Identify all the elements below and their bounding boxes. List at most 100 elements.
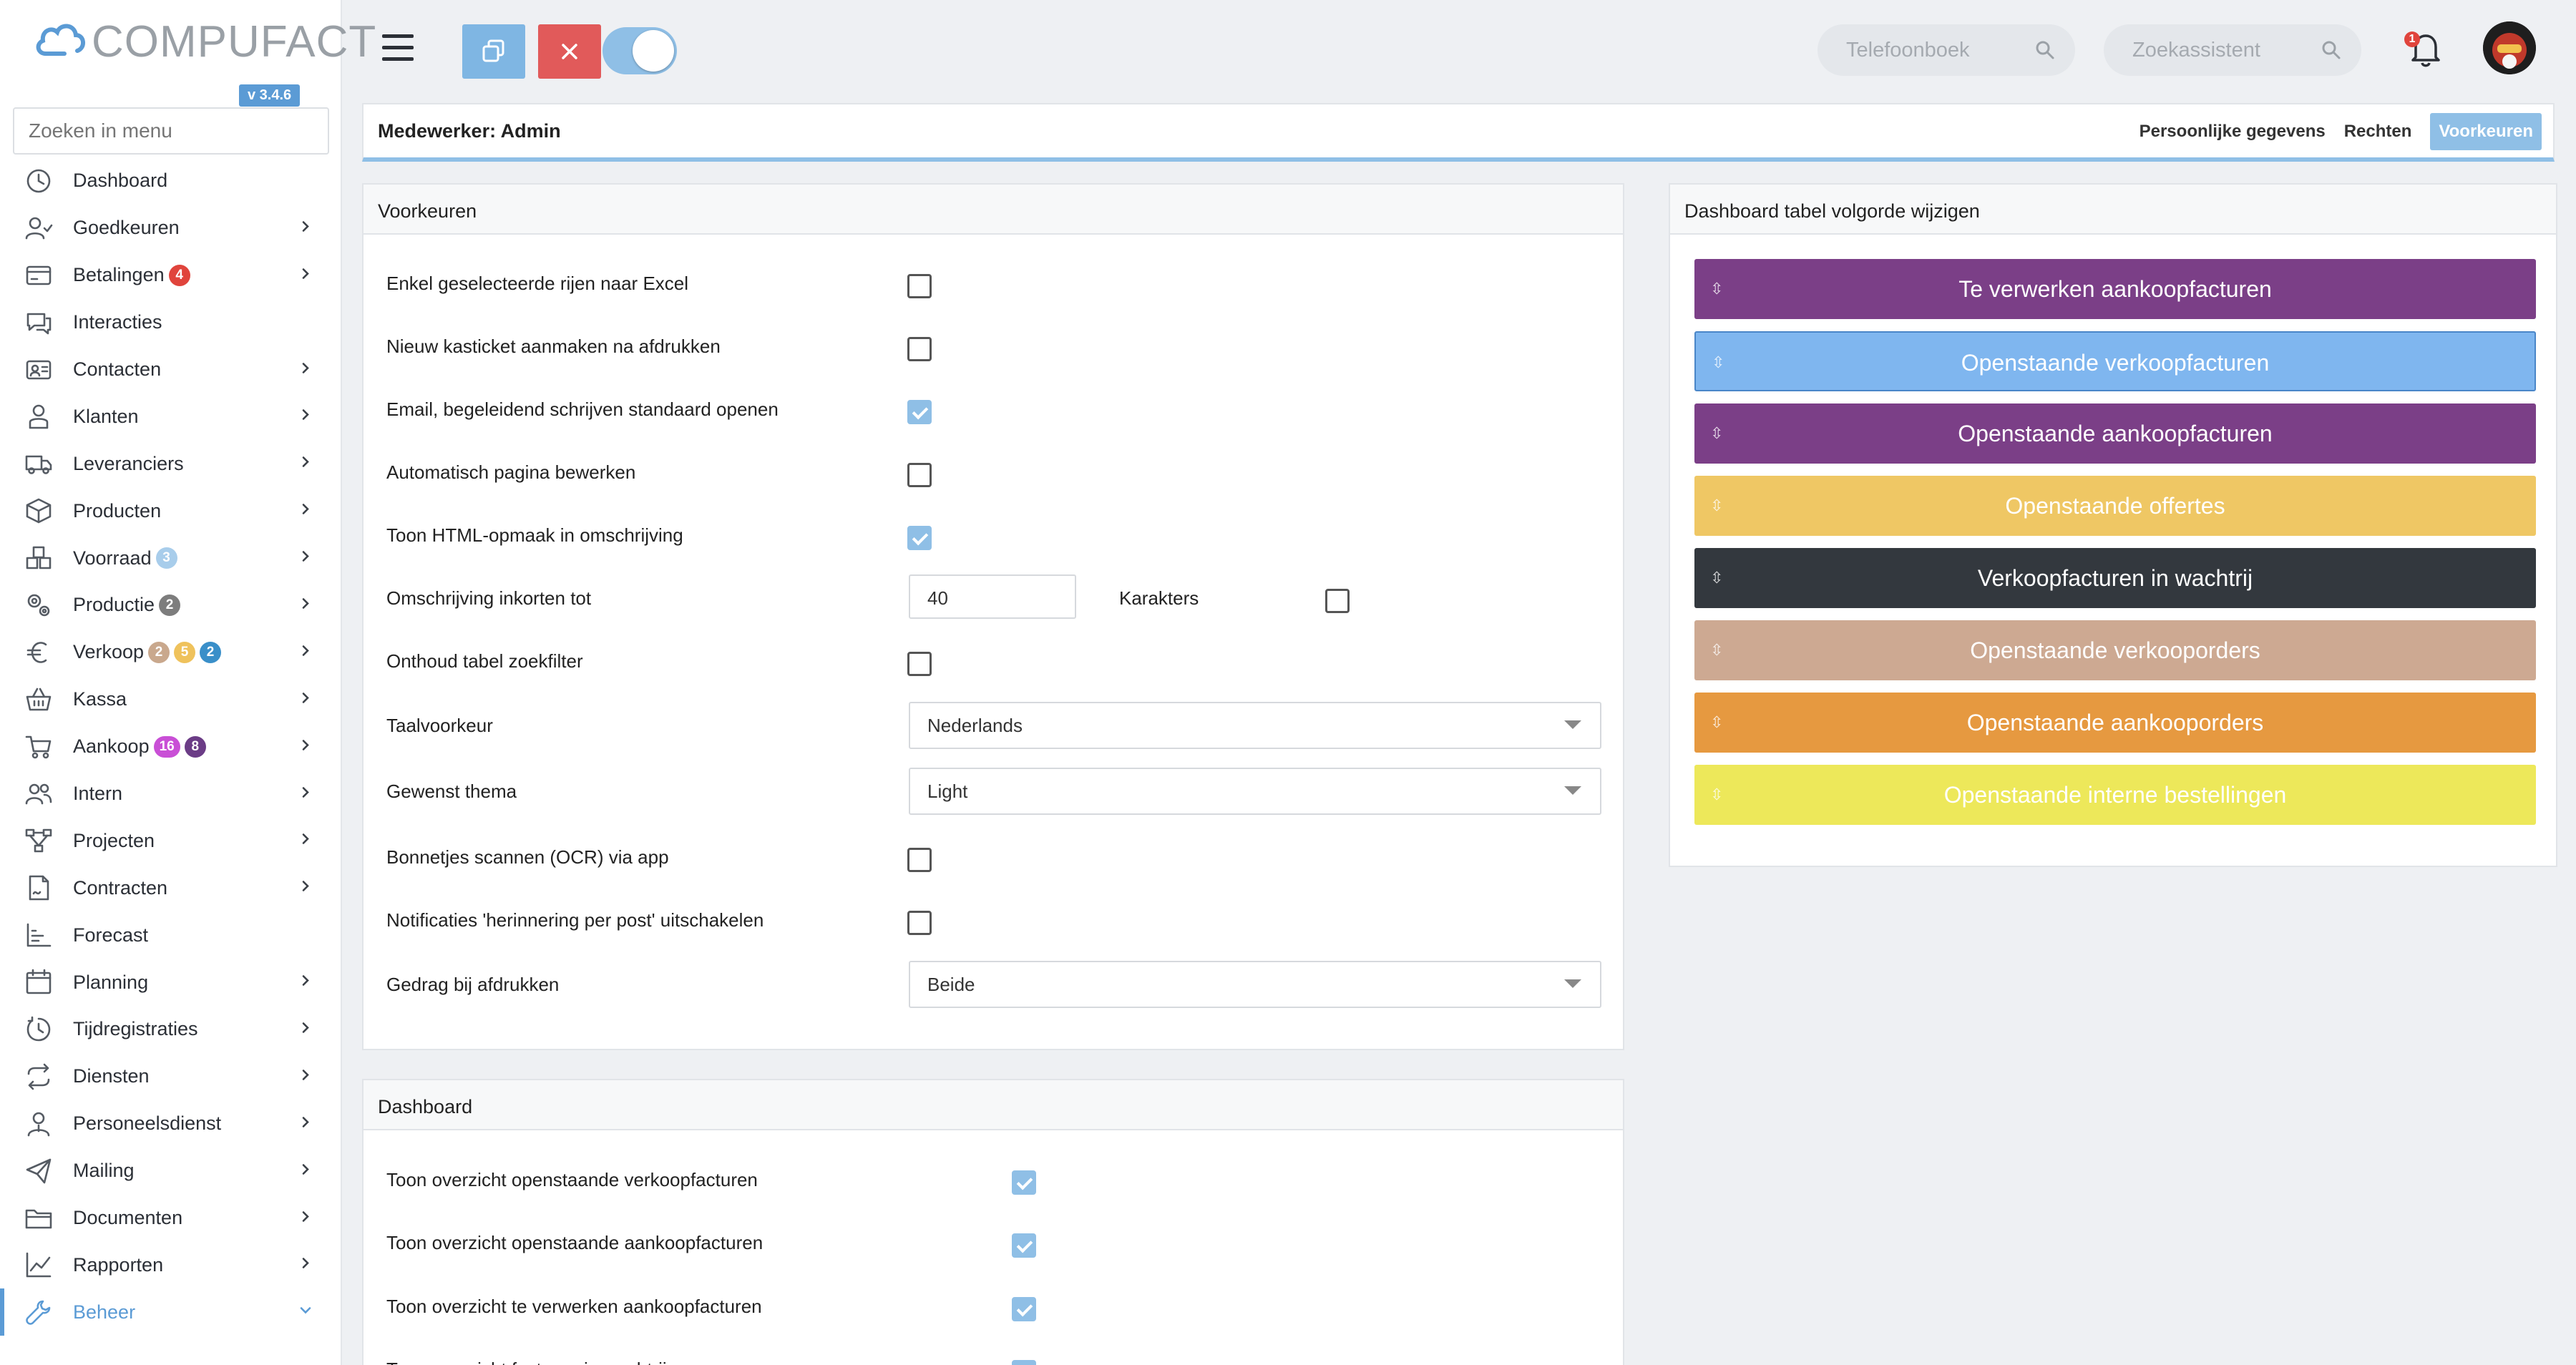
- dashboard-table-order-item[interactable]: ⇳ Openstaande offertes: [1694, 476, 2536, 536]
- dashboard-table-order-item[interactable]: ⇳ Openstaande verkooporders: [1694, 620, 2536, 680]
- preference-checkbox[interactable]: [907, 911, 932, 935]
- dashboard-option-checkbox[interactable]: [1012, 1170, 1036, 1195]
- hamburger-menu-icon[interactable]: [382, 34, 414, 63]
- preference-select[interactable]: Beide: [909, 961, 1601, 1008]
- sidebar-item-planning[interactable]: Planning: [0, 959, 341, 1006]
- repeat-icon: [24, 1062, 53, 1091]
- user-avatar[interactable]: [2483, 21, 2536, 74]
- sidebar-item-personeelsdienst[interactable]: Personeelsdienst: [0, 1100, 341, 1148]
- cloud-logo-icon: [36, 24, 85, 56]
- preference-checkbox[interactable]: [1325, 589, 1350, 613]
- chat-icon: [24, 308, 53, 337]
- preference-select[interactable]: Nederlands: [909, 702, 1601, 749]
- count-badge: 4: [168, 264, 190, 286]
- sidebar-item-klanten[interactable]: Klanten: [0, 393, 341, 440]
- drag-handle-icon[interactable]: ⇳: [1710, 259, 1723, 319]
- phonebook-search-placeholder: Telefoonboek: [1846, 38, 1970, 62]
- sidebar-item-label: Productie: [73, 594, 155, 616]
- preference-checkbox[interactable]: [907, 400, 932, 424]
- sidebar-item-verkoop[interactable]: Verkoop 2 5 2: [0, 629, 341, 676]
- dashboard-option-checkbox[interactable]: [1012, 1297, 1036, 1321]
- sidebar-item-diensten[interactable]: Diensten: [0, 1053, 341, 1100]
- sidebar-item-tijdregistraties[interactable]: Tijdregistraties: [0, 1006, 341, 1053]
- characters-label: Karakters: [1119, 587, 1199, 609]
- dashboard-table-order-item[interactable]: ⇳ Te verwerken aankoopfacturen: [1694, 259, 2536, 319]
- truck-icon: [24, 449, 53, 478]
- dashboard-table-order-item[interactable]: ⇳ Openstaande aankooporders: [1694, 693, 2536, 753]
- sidebar-item-intern[interactable]: Intern: [0, 770, 341, 818]
- preference-checkbox[interactable]: [907, 848, 932, 872]
- sidebar-item-interacties[interactable]: Interacties: [0, 299, 341, 346]
- sidebar-item-aankoop[interactable]: Aankoop 16 8: [0, 723, 341, 770]
- sidebar-item-label: Forecast: [73, 924, 149, 946]
- sidebar-item-documenten[interactable]: Documenten: [0, 1195, 341, 1242]
- menu-search-input[interactable]: [13, 107, 329, 155]
- preference-label: Bonnetjes scannen (OCR) via app: [386, 846, 669, 868]
- sidebar-item-label: Planning: [73, 971, 149, 993]
- logo-text: COMPUFACT: [92, 16, 377, 67]
- chevron-down-icon: [298, 1303, 313, 1322]
- dashboard-option-checkbox[interactable]: [1012, 1233, 1036, 1258]
- sidebar-item-forecast[interactable]: Forecast: [0, 911, 341, 959]
- sidebar-item-rapporten[interactable]: Rapporten: [0, 1241, 341, 1288]
- sidebar-item-label: Projecten: [73, 829, 155, 851]
- preference-label: Notificaties 'herinnering per post' uits…: [386, 909, 764, 931]
- copy-button[interactable]: [462, 24, 525, 79]
- dashboard-table-order-item[interactable]: ⇳ Openstaande aankoopfacturen: [1694, 403, 2536, 464]
- dashboard-table-order-item[interactable]: ⇳ Verkoopfacturen in wachtrij: [1694, 548, 2536, 608]
- drag-handle-icon[interactable]: ⇳: [1710, 548, 1723, 608]
- cart-icon: [24, 733, 53, 761]
- sidebar-item-betalingen[interactable]: Betalingen 4: [0, 252, 341, 299]
- drag-handle-icon[interactable]: ⇳: [1710, 765, 1723, 825]
- order-item-label: Openstaande aankooporders: [1966, 710, 2264, 735]
- sidebar-item-mailing[interactable]: Mailing: [0, 1148, 341, 1195]
- sidebar-item-voorraad[interactable]: Voorraad 3: [0, 534, 341, 582]
- chevron-right-icon: [298, 973, 313, 992]
- assistant-search[interactable]: Zoekassistent: [2104, 24, 2361, 76]
- tab-personal-details[interactable]: Persoonlijke gegevens: [2140, 122, 2326, 142]
- clock-icon: [24, 1015, 53, 1044]
- search-icon: [2036, 41, 2054, 59]
- sidebar-item-kassa[interactable]: Kassa: [0, 676, 341, 723]
- count-badge: 5: [174, 641, 196, 663]
- dashboard-option-checkbox[interactable]: [1012, 1360, 1036, 1365]
- tab-preferences[interactable]: Voorkeuren: [2430, 113, 2542, 150]
- chevron-right-icon: [298, 502, 313, 521]
- sidebar-item-leveranciers[interactable]: Leveranciers: [0, 440, 341, 487]
- drag-handle-icon[interactable]: ⇳: [1710, 403, 1723, 464]
- project-icon: [24, 826, 53, 855]
- preference-checkbox[interactable]: [907, 463, 932, 487]
- sidebar-item-producten[interactable]: Producten: [0, 487, 341, 534]
- sidebar-item-contacten[interactable]: Contacten: [0, 346, 341, 393]
- logo[interactable]: COMPUFACT: [33, 14, 376, 69]
- mode-toggle[interactable]: [602, 27, 677, 74]
- preference-select[interactable]: Light: [909, 768, 1601, 815]
- sidebar-item-beheer[interactable]: Beheer: [0, 1288, 341, 1336]
- order-item-label: Openstaande verkoopfacturen: [1961, 350, 2270, 376]
- sidebar-item-goedkeuren[interactable]: Goedkeuren: [0, 205, 341, 252]
- sidebar-item-contracten[interactable]: Contracten: [0, 864, 341, 911]
- sidebar-item-label: Klanten: [73, 405, 139, 427]
- drag-handle-icon[interactable]: ⇳: [1712, 333, 1724, 393]
- chevron-right-icon: [298, 360, 313, 379]
- sidebar-item-dashboard[interactable]: Dashboard: [0, 157, 341, 205]
- preference-checkbox[interactable]: [907, 274, 932, 298]
- phonebook-search[interactable]: Telefoonboek: [1818, 24, 2075, 76]
- tab-rights[interactable]: Rechten: [2344, 122, 2412, 142]
- preference-checkbox[interactable]: [907, 526, 932, 550]
- employee-tabs: Persoonlijke gegevens Rechten Voorkeuren: [2121, 113, 2542, 150]
- preference-label: Omschrijving inkorten tot: [386, 587, 592, 609]
- sidebar-item-projecten[interactable]: Projecten: [0, 817, 341, 864]
- dashboard-table-order-item[interactable]: ⇳ Openstaande verkoopfacturen: [1694, 331, 2536, 391]
- preference-checkbox[interactable]: [907, 652, 932, 676]
- preference-checkbox[interactable]: [907, 337, 932, 361]
- dashboard-table-order-item[interactable]: ⇳ Openstaande interne bestellingen: [1694, 765, 2536, 825]
- notifications-button[interactable]: 1: [2404, 27, 2447, 70]
- close-button[interactable]: [538, 24, 601, 79]
- sidebar-item-label: Dashboard: [73, 170, 168, 192]
- truncate-length-input[interactable]: 40: [909, 574, 1076, 619]
- drag-handle-icon[interactable]: ⇳: [1710, 476, 1723, 536]
- drag-handle-icon[interactable]: ⇳: [1710, 620, 1723, 680]
- sidebar-item-productie[interactable]: Productie 2: [0, 582, 341, 629]
- drag-handle-icon[interactable]: ⇳: [1710, 693, 1723, 753]
